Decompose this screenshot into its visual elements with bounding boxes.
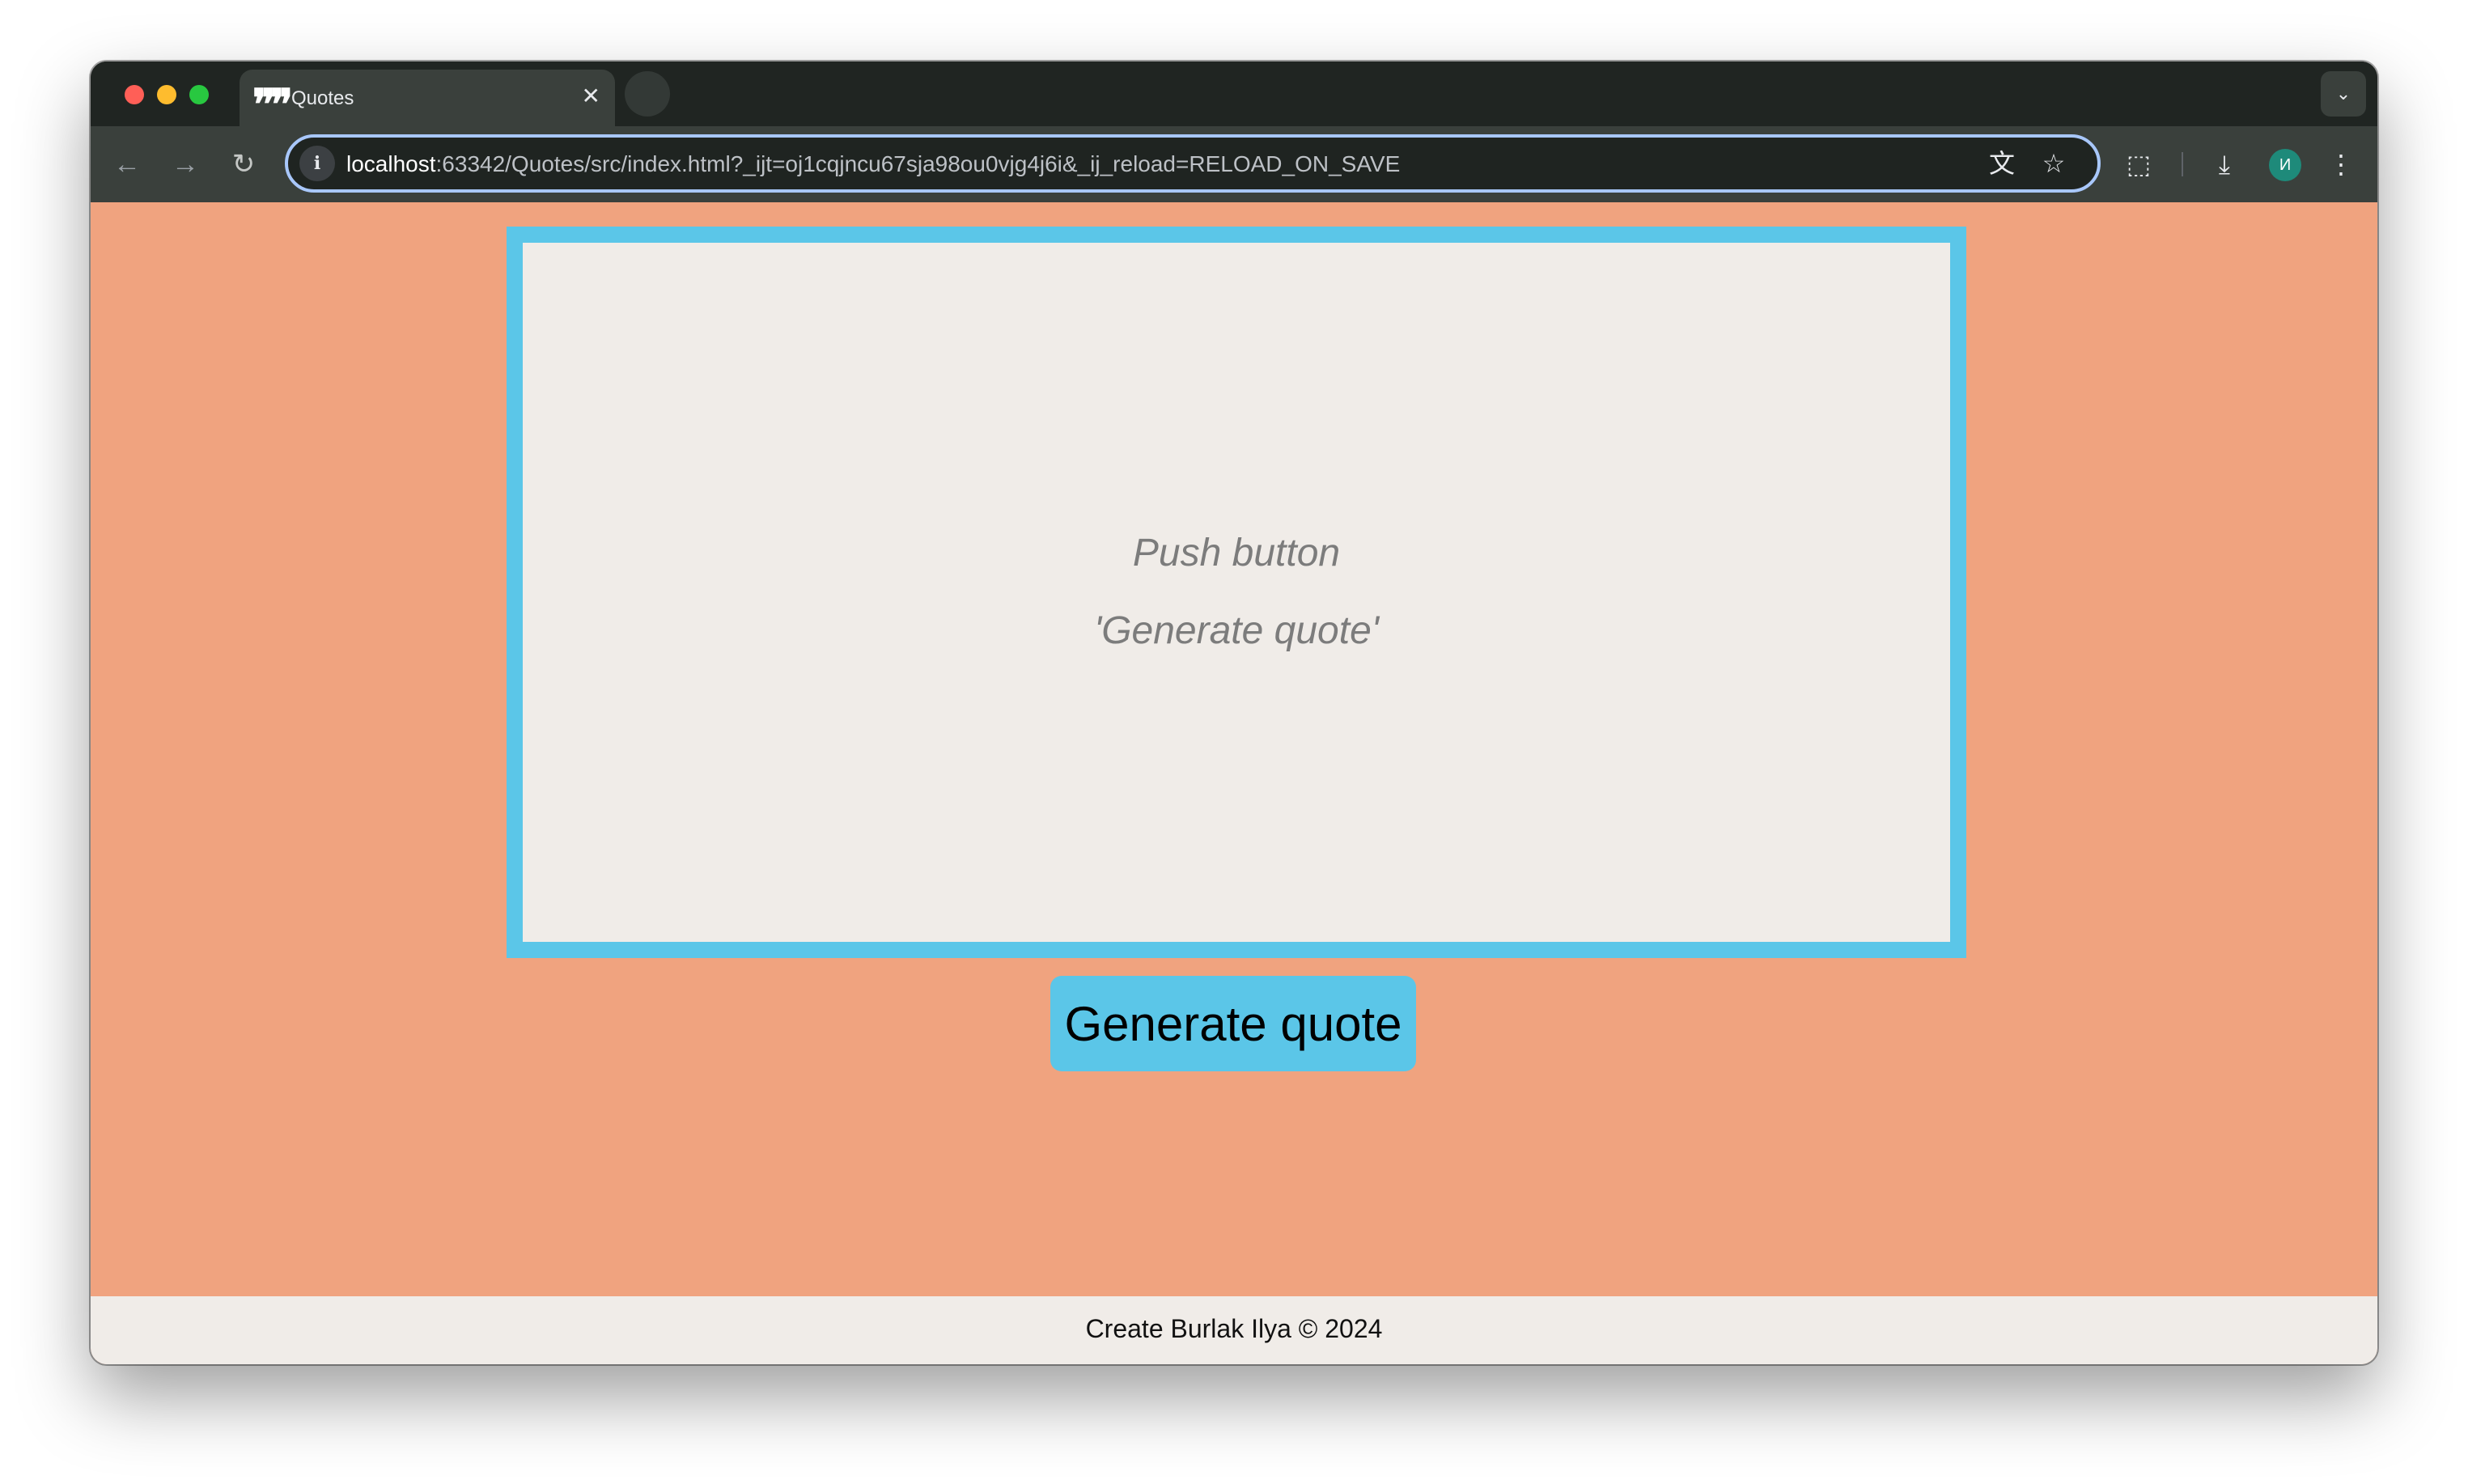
quote-box: Push button 'Generate quote' [507, 227, 1966, 958]
maximize-window-button[interactable] [189, 85, 209, 104]
back-arrow-icon[interactable]: ← [108, 146, 146, 183]
more-menu-icon[interactable]: ⋮ [2321, 144, 2361, 184]
bookmark-star-icon[interactable]: ☆ [2038, 147, 2070, 180]
quote-favicon-icon: ❞❞ [252, 80, 293, 129]
profile-avatar[interactable]: И [2269, 149, 2301, 181]
tab-quotes[interactable]: ❞❞ Quotes ✕ [240, 70, 615, 126]
close-icon[interactable]: ✕ [582, 83, 600, 109]
address-bar[interactable]: i localhost:63342/Quotes/src/index.html?… [285, 134, 2101, 193]
translate-icon[interactable]: 文 [1986, 147, 2018, 180]
url-path: :63342/Quotes/src/index.html?_ijt=oj1cqj… [435, 151, 1401, 176]
extensions-icon[interactable]: ⬚ [2118, 144, 2159, 184]
tab-title: Quotes [291, 87, 354, 109]
minimize-window-button[interactable] [157, 85, 176, 104]
page-footer: Create Burlak Ilya © 2024 [91, 1296, 2377, 1364]
tab-search-button[interactable]: ⌄ [2321, 71, 2366, 117]
toolbar-divider [2182, 152, 2183, 176]
new-tab-button[interactable] [625, 71, 670, 117]
download-icon[interactable]: ⤓ [2204, 144, 2245, 184]
generate-quote-button[interactable]: Generate quote [1050, 976, 1416, 1071]
site-info-icon[interactable]: i [299, 146, 335, 181]
url-text[interactable]: localhost:63342/Quotes/src/index.html?_i… [346, 151, 1400, 177]
browser-window: ❞❞ Quotes ✕ ⌄ ← → ↻ i localhost:63342/Qu… [91, 61, 2377, 1364]
quote-placeholder-line1: Push button [1132, 532, 1341, 575]
forward-arrow-icon[interactable]: → [167, 146, 204, 183]
close-window-button[interactable] [125, 85, 144, 104]
reload-icon[interactable]: ↻ [225, 146, 262, 183]
url-host: localhost [346, 151, 436, 176]
tab-strip: ❞❞ Quotes ✕ ⌄ [91, 61, 2377, 126]
quote-placeholder-line2: 'Generate quote' [1094, 609, 1379, 652]
browser-toolbar: ← → ↻ i localhost:63342/Quotes/src/index… [91, 126, 2377, 202]
page-content: Push button 'Generate quote' Generate qu… [91, 202, 2377, 1364]
footer-text: Create Burlak Ilya © 2024 [1085, 1314, 1383, 1343]
